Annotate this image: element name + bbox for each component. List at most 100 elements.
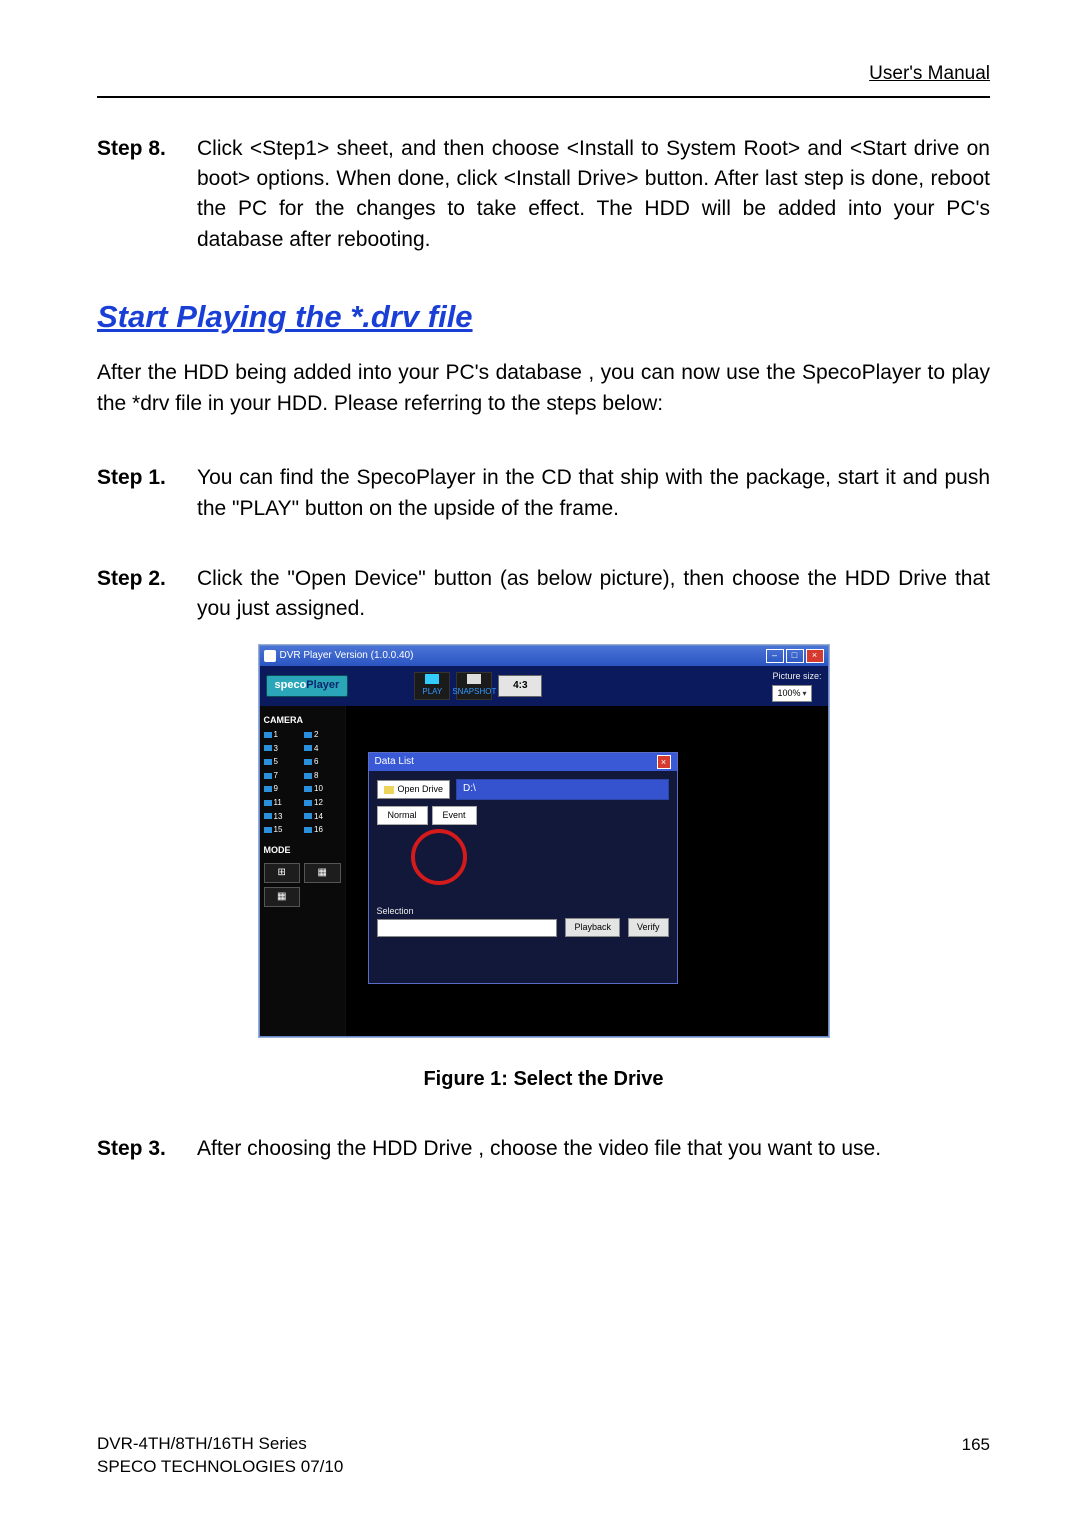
product-series: DVR-4TH/8TH/16TH Series — [97, 1433, 343, 1456]
step-body: Click the "Open Device" button (as below… — [197, 564, 990, 625]
play-label: PLAY — [422, 686, 442, 698]
maximize-button[interactable]: □ — [786, 649, 804, 663]
camera-10[interactable]: 10 — [304, 783, 341, 795]
camera-11[interactable]: 11 — [264, 797, 301, 809]
minimize-button[interactable]: – — [766, 649, 784, 663]
camera-label: 10 — [314, 783, 323, 795]
selection-field[interactable] — [377, 919, 558, 937]
mode-2x2-button[interactable]: ⊞ — [264, 863, 301, 883]
camera-5[interactable]: 5 — [264, 756, 301, 768]
dialog-close-button[interactable]: × — [657, 755, 671, 769]
window-buttons: – □ × — [766, 649, 824, 663]
main-row: CAMERA 1 2 3 4 5 6 7 8 9 10 11 12 — [260, 706, 828, 1036]
step-body: Click <Step1> sheet, and then choose <In… — [197, 134, 990, 256]
company-date: SPECO TECHNOLOGIES 07/10 — [97, 1456, 343, 1479]
logo-button[interactable]: specoPlayer — [266, 675, 349, 697]
step-8: Step 8. Click <Step1> sheet, and then ch… — [97, 134, 990, 256]
figure-caption: Figure 1: Select the Drive — [97, 1065, 990, 1094]
open-drive-label: Open Drive — [398, 783, 444, 796]
window-titlebar: DVR Player Version (1.0.0.40) – □ × — [260, 646, 828, 666]
step-label: Step 3. — [97, 1134, 197, 1164]
mode-grid-2: ▦ — [264, 887, 341, 907]
camera-icon — [304, 773, 312, 779]
figure-1: DVR Player Version (1.0.0.40) – □ × spec… — [97, 645, 990, 1037]
camera-3[interactable]: 3 — [264, 743, 301, 755]
verify-button[interactable]: Verify — [628, 918, 669, 937]
camera-icon — [304, 813, 312, 819]
picture-size-value: 100% — [777, 687, 800, 700]
open-drive-button[interactable]: Open Drive — [377, 780, 451, 799]
tab-row: Normal Event — [377, 806, 669, 825]
camera-7[interactable]: 7 — [264, 770, 301, 782]
play-button[interactable]: PLAY — [414, 672, 450, 700]
camera-icon — [304, 800, 312, 806]
camera-heading: CAMERA — [264, 712, 341, 729]
camera-icon — [467, 674, 481, 684]
folder-icon — [384, 786, 394, 794]
camera-label: 12 — [314, 797, 323, 809]
sidebar: CAMERA 1 2 3 4 5 6 7 8 9 10 11 12 — [260, 706, 346, 1036]
camera-label: 14 — [314, 811, 323, 823]
step-body: You can find the SpecoPlayer in the CD t… — [197, 463, 990, 524]
data-list-dialog: Data List × Open Drive D:\ — [368, 752, 678, 984]
header-rule — [97, 96, 990, 98]
mode-3x3-button[interactable]: ▦ — [304, 863, 341, 883]
video-stage: Data List × Open Drive D:\ — [346, 706, 828, 1036]
close-button[interactable]: × — [806, 649, 824, 663]
step-3: Step 3. After choosing the HDD Drive , c… — [97, 1134, 990, 1164]
camera-icon — [264, 813, 272, 819]
camera-icon — [264, 732, 272, 738]
camera-label: 11 — [274, 797, 282, 809]
picture-size-label: Picture size: — [772, 670, 821, 683]
camera-label: 13 — [274, 811, 283, 823]
camera-icon — [264, 786, 272, 792]
mode-heading: MODE — [264, 842, 341, 859]
dialog-body: Open Drive D:\ Normal Event Selection — [369, 771, 677, 945]
toolbar: specoPlayer PLAY SNAPSHOT 4:3 Picture si… — [260, 666, 828, 706]
page: User's Manual Step 8. Click <Step1> shee… — [0, 0, 1080, 1527]
camera-icon — [304, 745, 312, 751]
camera-label: 5 — [274, 756, 278, 768]
step-1: Step 1. You can find the SpecoPlayer in … — [97, 463, 990, 524]
picture-size-dropdown[interactable]: 100% ▾ — [772, 685, 811, 702]
camera-1[interactable]: 1 — [264, 729, 301, 741]
drive-path-field[interactable]: D:\ — [456, 779, 668, 800]
page-number: 165 — [962, 1433, 990, 1479]
step-body: After choosing the HDD Drive , choose th… — [197, 1134, 990, 1164]
tab-event[interactable]: Event — [432, 806, 477, 825]
logo-part2: Player — [306, 679, 339, 691]
camera-16[interactable]: 16 — [304, 824, 341, 836]
section-title: Start Playing the *.drv file — [97, 295, 990, 340]
camera-label: 16 — [314, 824, 323, 836]
camera-6[interactable]: 6 — [304, 756, 341, 768]
camera-icon — [304, 786, 312, 792]
camera-label: 1 — [274, 729, 278, 741]
aspect-ratio-button[interactable]: 4:3 — [498, 675, 542, 697]
tab-normal[interactable]: Normal — [377, 806, 428, 825]
playback-button[interactable]: Playback — [565, 918, 620, 937]
camera-label: 8 — [314, 770, 318, 782]
camera-13[interactable]: 13 — [264, 811, 301, 823]
camera-icon — [304, 759, 312, 765]
camera-2[interactable]: 2 — [304, 729, 341, 741]
camera-4[interactable]: 4 — [304, 743, 341, 755]
camera-15[interactable]: 15 — [264, 824, 301, 836]
mode-4x4-button[interactable]: ▦ — [264, 887, 301, 907]
selection-label: Selection — [377, 905, 669, 918]
camera-icon — [264, 745, 272, 751]
snapshot-button[interactable]: SNAPSHOT — [456, 672, 492, 700]
camera-label: 9 — [274, 783, 278, 795]
step-2: Step 2. Click the "Open Device" button (… — [97, 564, 990, 625]
camera-9[interactable]: 9 — [264, 783, 301, 795]
camera-12[interactable]: 12 — [304, 797, 341, 809]
camera-icon — [304, 732, 312, 738]
open-drive-row: Open Drive D:\ — [377, 779, 669, 800]
camera-14[interactable]: 14 — [304, 811, 341, 823]
camera-label: 3 — [274, 743, 278, 755]
camera-label: 15 — [274, 824, 283, 836]
camera-icon — [264, 800, 272, 806]
selection-row: Playback Verify — [377, 918, 669, 937]
titlebar-left: DVR Player Version (1.0.0.40) — [264, 649, 414, 664]
camera-8[interactable]: 8 — [304, 770, 341, 782]
camera-label: 7 — [274, 770, 278, 782]
